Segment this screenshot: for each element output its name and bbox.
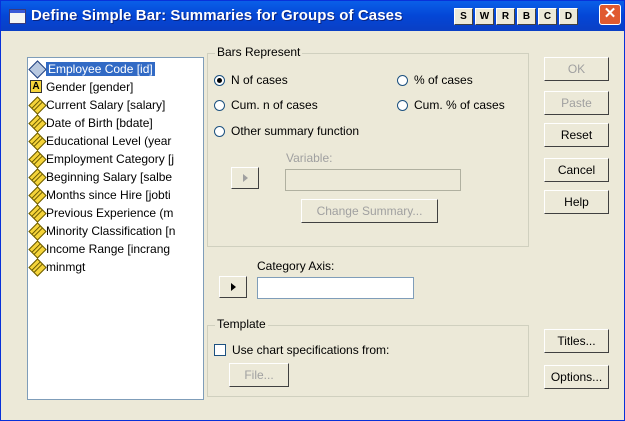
dialog-window: Define Simple Bar: Summaries for Groups …: [0, 0, 625, 421]
list-item[interactable]: Income Range [incrang: [28, 240, 170, 259]
scale-icon: [28, 222, 47, 241]
toolbar-button-s[interactable]: S: [454, 8, 473, 25]
toolbar-button-d[interactable]: D: [559, 8, 578, 25]
radio-icon: [397, 100, 408, 111]
scale-icon: [28, 168, 47, 187]
toolbar-button-r[interactable]: R: [496, 8, 515, 25]
variable-field[interactable]: [285, 169, 461, 191]
use-chart-spec-checkbox[interactable]: Use chart specifications from:: [214, 343, 389, 357]
radio-icon: [214, 100, 225, 111]
bars-represent-title: Bars Represent: [215, 45, 303, 59]
list-item[interactable]: Beginning Salary [salbe: [28, 168, 172, 187]
window-title: Define Simple Bar: Summaries for Groups …: [31, 7, 403, 24]
scale-icon: [28, 204, 47, 223]
scale-icon: [28, 240, 47, 259]
list-item[interactable]: Employment Category [j: [28, 150, 174, 169]
scale-icon: [28, 96, 47, 115]
category-axis-label: Category Axis:: [257, 259, 335, 273]
scale-icon: [28, 132, 47, 151]
paste-button[interactable]: Paste: [544, 91, 609, 115]
titles-button[interactable]: Titles...: [544, 329, 609, 353]
variable-label: Variable:: [286, 151, 333, 165]
scale-icon: [28, 186, 47, 205]
radio-cum-percent-of-cases[interactable]: Cum. % of cases: [397, 98, 505, 112]
list-item[interactable]: Minority Classification [n: [28, 222, 175, 241]
list-item[interactable]: Current Salary [salary]: [28, 96, 165, 115]
cancel-button[interactable]: Cancel: [544, 158, 609, 182]
radio-percent-of-cases[interactable]: % of cases: [397, 73, 473, 87]
scale-icon: [28, 114, 47, 133]
reset-button[interactable]: Reset: [544, 123, 609, 147]
list-item[interactable]: A Gender [gender]: [30, 79, 133, 96]
radio-n-of-cases[interactable]: N of cases: [214, 73, 288, 87]
ok-button[interactable]: OK: [544, 57, 609, 81]
list-item[interactable]: Months since Hire [jobti: [28, 186, 171, 205]
list-item[interactable]: Educational Level (year: [28, 132, 171, 151]
file-button[interactable]: File...: [229, 363, 289, 387]
template-title: Template: [215, 317, 268, 331]
radio-icon: [214, 126, 225, 137]
change-summary-button[interactable]: Change Summary...: [301, 199, 438, 223]
toolbar-button-b[interactable]: B: [517, 8, 536, 25]
list-item[interactable]: minmgt: [28, 258, 85, 277]
toolbar-button-c[interactable]: C: [538, 8, 557, 25]
radio-cum-n-of-cases[interactable]: Cum. n of cases: [214, 98, 318, 112]
category-axis-field[interactable]: [257, 277, 414, 299]
window-icon: [9, 9, 26, 24]
variable-list[interactable]: Employee Code [id] A Gender [gender] Curr…: [27, 57, 204, 400]
scale-icon: [28, 258, 47, 277]
scale-selected-icon: [28, 60, 47, 79]
list-item[interactable]: Employee Code [id]: [28, 60, 155, 79]
move-category-button[interactable]: [219, 276, 247, 298]
checkbox-icon: [214, 344, 226, 356]
scale-icon: [28, 150, 47, 169]
radio-selected-icon: [214, 75, 225, 86]
title-bar[interactable]: Define Simple Bar: Summaries for Groups …: [1, 1, 624, 31]
list-item[interactable]: Date of Birth [bdate]: [28, 114, 153, 133]
list-item[interactable]: Previous Experience (m: [28, 204, 173, 223]
close-button[interactable]: ✕: [599, 4, 621, 25]
radio-other-summary[interactable]: Other summary function: [214, 124, 359, 138]
toolbar-button-w[interactable]: W: [475, 8, 494, 25]
title-toolbar: S W R B C D: [454, 8, 580, 26]
options-button[interactable]: Options...: [544, 365, 609, 389]
help-button[interactable]: Help: [544, 190, 609, 214]
nominal-icon: A: [30, 80, 43, 93]
move-variable-button[interactable]: [231, 167, 259, 189]
radio-icon: [397, 75, 408, 86]
